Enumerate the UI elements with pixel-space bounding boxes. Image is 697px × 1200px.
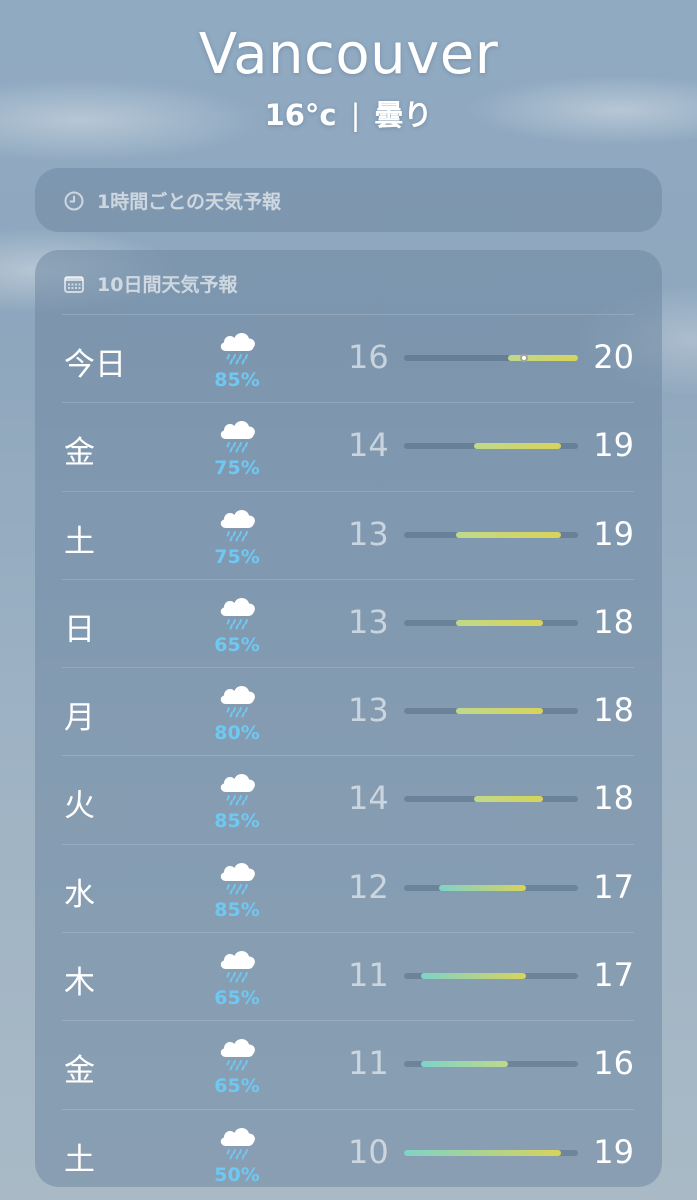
forecast-row[interactable]: 土 75% 13 19 <box>62 490 634 579</box>
low-temperature: 13 <box>348 514 389 553</box>
daily-forecast-header: 10日間天気予報 <box>63 270 237 297</box>
precipitation-chance: 85% <box>214 810 260 833</box>
temperature-range-fill <box>473 443 561 450</box>
temperature-range-bar <box>404 796 578 803</box>
precipitation-chance: 75% <box>214 545 260 568</box>
cloud-rain-icon <box>217 417 259 453</box>
day-label: 土 <box>64 1141 95 1178</box>
day-label: 日 <box>64 611 95 648</box>
cloud-rain-icon <box>217 682 259 718</box>
cloud-rain-icon <box>217 770 259 806</box>
day-label: 水 <box>64 876 95 913</box>
hourly-forecast-card[interactable]: 1時間ごとの天気予報 <box>35 168 662 232</box>
forecast-row[interactable]: 水 85% 12 17 <box>62 843 634 932</box>
temperature-range-bar <box>404 1061 578 1068</box>
precipitation-chance: 65% <box>214 1075 260 1098</box>
high-temperature: 18 <box>593 602 634 641</box>
current-temperature: 16°c <box>264 98 337 132</box>
low-temperature: 11 <box>348 1044 389 1083</box>
temperature-range-bar <box>404 1149 578 1156</box>
forecast-row[interactable]: 火 85% 14 18 <box>62 755 634 843</box>
high-temperature: 20 <box>593 338 634 376</box>
day-label: 月 <box>64 700 95 737</box>
temperature-range-fill <box>456 531 561 538</box>
low-temperature: 14 <box>348 779 389 818</box>
low-temperature: 13 <box>348 602 389 641</box>
cloud-rain-icon <box>217 506 259 542</box>
hourly-forecast-header: 1時間ごとの天気予報 <box>63 187 281 214</box>
high-temperature: 19 <box>593 1132 634 1171</box>
temperature-range-fill <box>456 708 544 715</box>
daily-forecast-title: 10日間天気予報 <box>97 274 238 296</box>
current-temperature-dot <box>520 354 529 362</box>
precipitation-chance: 50% <box>214 1163 260 1186</box>
cloud-rain-icon <box>217 594 259 630</box>
forecast-row[interactable]: 日 65% 13 18 <box>62 578 634 667</box>
low-temperature: 11 <box>348 956 389 995</box>
temperature-range-fill <box>421 1061 509 1068</box>
day-label: 金 <box>64 435 95 472</box>
temperature-range-fill <box>438 884 526 891</box>
cloud-rain-icon <box>217 1124 259 1160</box>
forecast-row[interactable]: 月 80% 13 18 <box>62 667 634 755</box>
daily-forecast-card[interactable]: 10日間天気予報 今日 85% 16 20 金 75% 14 19 土 75% 13 19 日 65% 13… <box>35 250 662 1187</box>
day-label: 金 <box>64 1053 95 1090</box>
cloud-rain-icon <box>217 947 259 983</box>
cloud-rain-icon <box>217 859 259 895</box>
forecast-row[interactable]: 金 75% 14 19 <box>62 402 634 490</box>
precipitation-chance: 65% <box>214 987 260 1010</box>
current-summary: 16°c | 曇り <box>0 92 697 134</box>
precipitation-chance: 65% <box>214 633 260 656</box>
forecast-row[interactable]: 土 50% 10 19 <box>62 1108 634 1197</box>
precipitation-chance: 75% <box>214 457 260 480</box>
cloud-rain-icon <box>217 1035 259 1071</box>
precipitation-chance: 85% <box>214 369 260 391</box>
day-label: 火 <box>64 788 95 825</box>
cloud-rain-icon <box>217 329 259 365</box>
day-label: 今日 <box>64 347 126 383</box>
temperature-range-fill <box>473 796 544 803</box>
hourly-forecast-title: 1時間ごとの天気予報 <box>97 191 282 213</box>
temperature-range-fill <box>456 619 544 626</box>
current-condition: 曇り <box>374 98 433 132</box>
day-label: 木 <box>64 965 95 1002</box>
summary-separator: | <box>350 98 361 132</box>
temperature-range-fill <box>508 355 578 361</box>
high-temperature: 19 <box>593 514 634 553</box>
temperature-range-fill <box>404 1149 561 1156</box>
temperature-range-bar <box>404 619 578 626</box>
low-temperature: 10 <box>348 1132 389 1171</box>
clock-icon <box>64 191 84 210</box>
high-temperature: 16 <box>593 1044 634 1083</box>
temperature-range-bar <box>404 531 578 538</box>
day-label: 土 <box>64 523 95 560</box>
forecast-row[interactable]: 今日 85% 16 20 <box>62 314 634 402</box>
temperature-range-bar <box>404 884 578 891</box>
low-temperature: 14 <box>348 426 389 465</box>
high-temperature: 18 <box>593 691 634 730</box>
calendar-icon <box>64 275 84 293</box>
high-temperature: 19 <box>593 426 634 465</box>
temperature-range-bar <box>404 354 578 362</box>
high-temperature: 17 <box>593 867 634 906</box>
forecast-row[interactable]: 木 65% 11 17 <box>62 932 634 1020</box>
high-temperature: 17 <box>593 956 634 995</box>
temperature-range-fill <box>421 973 526 980</box>
precipitation-chance: 80% <box>214 722 260 745</box>
temperature-range-bar <box>404 443 578 450</box>
low-temperature: 13 <box>348 691 389 730</box>
precipitation-chance: 85% <box>214 898 260 921</box>
forecast-row[interactable]: 金 65% 11 16 <box>62 1020 634 1108</box>
daily-forecast-list: 今日 85% 16 20 金 75% 14 19 土 75% 13 19 日 65% 13 18 月 80% 13 1… <box>62 314 634 1197</box>
city-name: Vancouver <box>198 22 499 87</box>
temperature-range-bar <box>404 973 578 980</box>
temperature-range-bar <box>404 708 578 715</box>
low-temperature: 12 <box>348 867 389 906</box>
low-temperature: 16 <box>348 338 389 376</box>
high-temperature: 18 <box>593 779 634 818</box>
